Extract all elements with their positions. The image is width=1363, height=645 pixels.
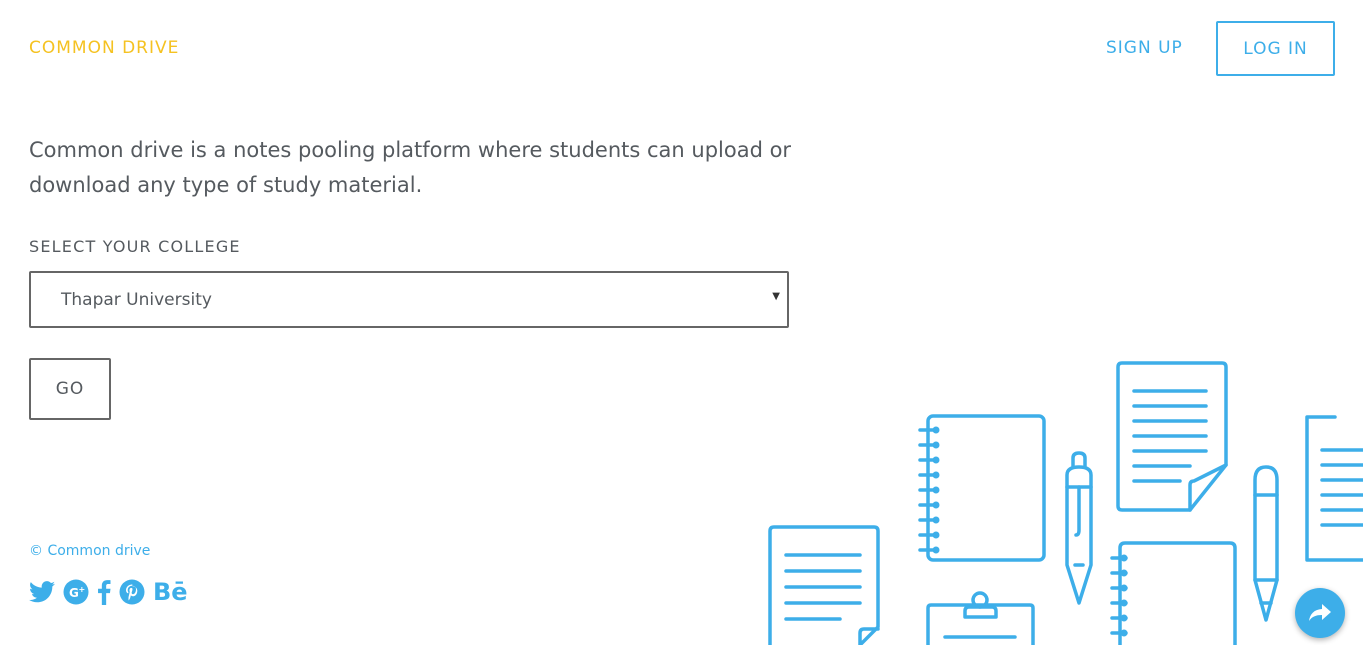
behance-icon[interactable]: Bē [153, 578, 188, 606]
page: COMMON DRIVE SIGN UP LOG IN Common drive… [0, 0, 1363, 645]
document-illustration-left [768, 525, 880, 645]
behance-text: Bē [153, 578, 188, 606]
document-illustration-right [1305, 415, 1363, 562]
social-links: G + Bē [29, 578, 188, 606]
share-icon [1309, 604, 1331, 621]
go-button[interactable]: GO [29, 358, 111, 420]
twitter-icon[interactable] [29, 581, 55, 603]
brand-logo[interactable]: COMMON DRIVE [29, 38, 179, 58]
login-button[interactable]: LOG IN [1216, 21, 1335, 76]
stationery-illustration [768, 361, 1363, 645]
pinterest-icon[interactable] [119, 579, 145, 605]
clipboard-illustration [926, 591, 1035, 645]
svg-text:G: G [69, 586, 79, 600]
notebook-illustration-bottom [1110, 541, 1237, 645]
pencil-illustration [1253, 465, 1279, 622]
facebook-icon[interactable] [97, 579, 111, 605]
select-college-label: SELECT YOUR COLLEGE [29, 237, 241, 256]
svg-text:+: + [79, 585, 86, 594]
copyright-text: © Common drive [29, 543, 151, 559]
google-plus-icon[interactable]: G + [63, 579, 89, 605]
share-button[interactable] [1295, 588, 1345, 638]
document-illustration-top [1116, 361, 1228, 512]
tagline: Common drive is a notes pooling platform… [29, 138, 792, 197]
college-select[interactable]: Thapar University ▼ [29, 271, 789, 328]
college-select-value: Thapar University [61, 289, 212, 310]
signup-link[interactable]: SIGN UP [1106, 38, 1183, 58]
pen-illustration [1065, 451, 1093, 605]
caret-down-icon: ▼ [772, 291, 780, 302]
